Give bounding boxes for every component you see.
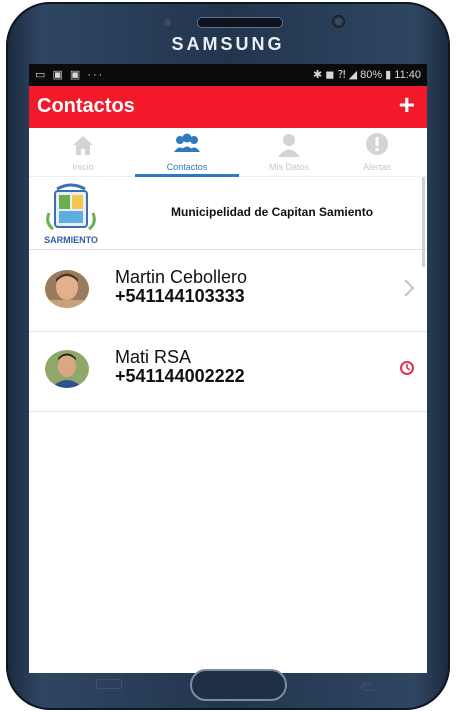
app-bar: Contactos + [29, 86, 427, 128]
proximity-sensor [164, 19, 171, 26]
tab-label: Mis Datos [268, 162, 309, 172]
contact-phone: +541144002222 [115, 366, 245, 386]
municipality-logo: SARMIENTO [41, 183, 101, 247]
tab-alertas[interactable]: Alertas [335, 128, 419, 176]
contact-name: Mati RSA [115, 347, 192, 367]
back-key[interactable] [358, 679, 382, 691]
contact-phone: +541144103333 [115, 286, 245, 306]
alert-icon [335, 132, 419, 162]
recent-apps-key[interactable] [96, 679, 122, 689]
chevron-right-icon[interactable] [403, 278, 415, 303]
add-contact-button[interactable]: + [399, 89, 415, 121]
scrollbar[interactable] [422, 177, 425, 267]
tab-label: Inicio [72, 162, 94, 172]
status-notification-icons: ▭ ▣ ▣ ··· [35, 69, 105, 81]
tab-contactos[interactable]: Contactos [145, 128, 229, 176]
tab-mis-datos[interactable]: Mis Datos [247, 128, 331, 176]
contact-row[interactable]: Mati RSA +541144002222 [29, 332, 427, 412]
status-bar: ▭ ▣ ▣ ··· ✱ ◼ ⁈ ◢ 80% ▮ 11:40 [29, 64, 427, 86]
clock-alert-icon[interactable] [399, 360, 415, 381]
home-icon [41, 132, 125, 162]
person-icon [247, 132, 331, 162]
front-camera [332, 15, 345, 28]
home-button[interactable] [190, 669, 287, 701]
tab-label: Alertas [362, 162, 391, 172]
contact-row[interactable]: Martin Cebollero +541144103333 [29, 252, 427, 332]
tab-inicio[interactable]: Inicio [41, 128, 125, 176]
contacts-icon [145, 132, 229, 162]
screen: ▭ ▣ ▣ ··· ✱ ◼ ⁈ ◢ 80% ▮ 11:40 Contactos … [29, 64, 427, 673]
status-system-info: ✱ ◼ ⁈ ◢ 80% ▮ 11:40 [313, 69, 421, 81]
earpiece-speaker [197, 17, 283, 28]
avatar [45, 350, 89, 388]
tab-label: Contactos [166, 162, 208, 172]
page-title: Contactos [37, 95, 135, 117]
organization-header: SARMIENTO Municipelidad de Capitan Samie… [29, 177, 427, 250]
organization-name: Municipelidad de Capitan Samiento [171, 205, 374, 219]
device-brand: SAMSUNG [171, 34, 285, 54]
contact-name: Martin Cebollero [115, 267, 248, 287]
avatar [45, 270, 89, 308]
svg-text:SARMIENTO: SARMIENTO [44, 235, 98, 245]
tab-bar: Inicio Contactos Mis Datos Alertas [29, 128, 427, 177]
